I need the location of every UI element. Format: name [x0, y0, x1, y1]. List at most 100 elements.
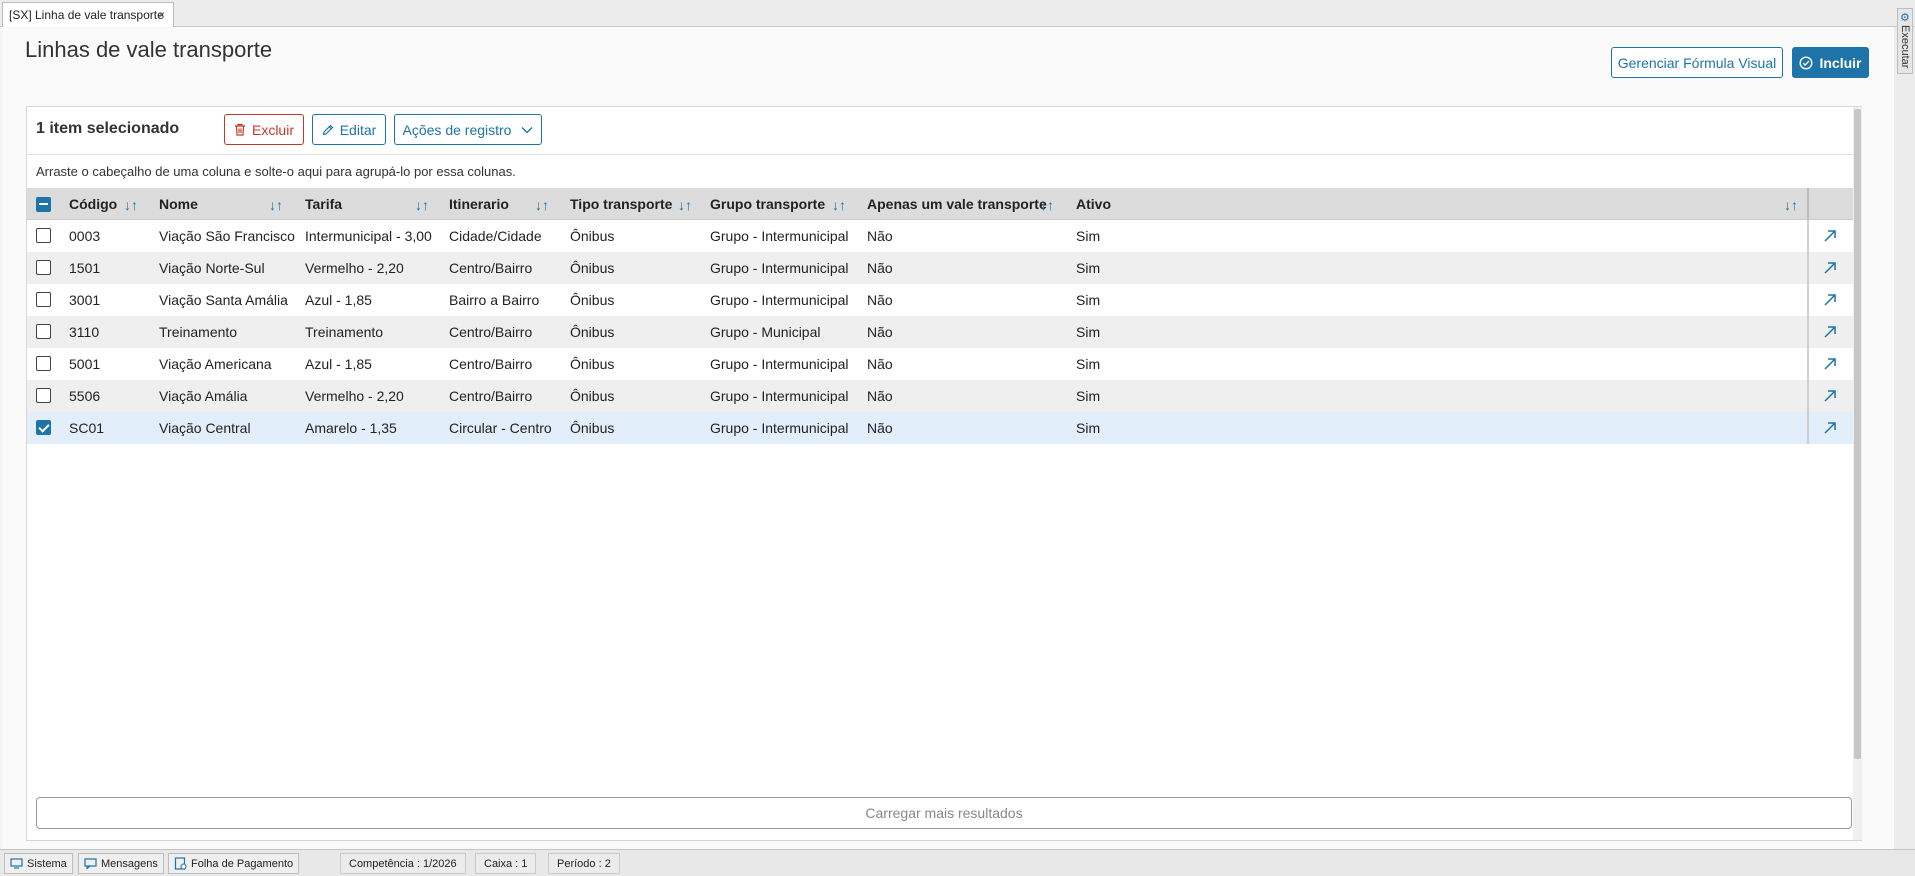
message-icon — [84, 858, 97, 869]
trash-icon — [234, 123, 245, 136]
cell-codigo: 3001 — [69, 292, 101, 308]
sort-icon[interactable]: ↓↑ — [124, 197, 138, 213]
open-record-button[interactable] — [1807, 348, 1851, 380]
status-mensagens[interactable]: Mensagens — [78, 853, 164, 874]
table-row[interactable]: SC01 Viação Central Amarelo - 1,35 Circular… — [27, 412, 1853, 444]
tab-linha-vale-transporte[interactable]: [SX] Linha de vale transporte × — [2, 2, 174, 27]
row-checkbox[interactable] — [36, 292, 51, 307]
table-row[interactable]: 5506 Viação Amália Vermelho - 2,20 Centro/B… — [27, 380, 1853, 412]
external-link-icon — [1824, 422, 1836, 434]
row-checkbox[interactable] — [36, 420, 51, 435]
cell-tipo: Ônibus — [570, 388, 615, 404]
cell-ativo: Sim — [1076, 356, 1101, 372]
sort-icon[interactable]: ↓↑ — [1040, 197, 1054, 213]
grid-scrollbar[interactable] — [1853, 107, 1862, 840]
table-row[interactable]: 3001 Viação Santa Amália Azul - 1,85 Bairro… — [27, 284, 1853, 316]
close-icon[interactable]: × — [158, 8, 165, 22]
column-header-codigo[interactable]: Código — [69, 188, 117, 220]
cell-apenas: Não — [867, 228, 893, 244]
cell-tipo: Ônibus — [570, 260, 615, 276]
row-checkbox[interactable] — [36, 260, 51, 275]
group-by-drop-zone[interactable]: Arraste o cabeçalho de uma coluna e solt… — [36, 164, 516, 179]
include-label: Incluir — [1819, 54, 1862, 71]
sort-icon[interactable]: ↓↑ — [678, 197, 692, 213]
scrollbar-thumb[interactable] — [1854, 109, 1861, 759]
status-periodo: Período : 2 — [548, 853, 620, 874]
manage-visual-formula-button[interactable]: Gerenciar Fórmula Visual — [1611, 47, 1783, 78]
cell-nome: Viação Americana — [159, 356, 272, 372]
cell-nome: Viação Norte-Sul — [159, 260, 265, 276]
column-header-ativo[interactable]: Ativo — [1076, 188, 1111, 220]
column-header-tarifa[interactable]: Tarifa — [305, 188, 342, 220]
cell-tipo: Ônibus — [570, 292, 615, 308]
cell-apenas: Não — [867, 420, 893, 436]
include-button[interactable]: Incluir — [1792, 47, 1869, 78]
column-label: Itinerario — [449, 196, 509, 212]
open-record-button[interactable] — [1807, 252, 1851, 284]
row-checkbox[interactable] — [36, 324, 51, 339]
sort-icon[interactable]: ↓↑ — [269, 197, 283, 213]
column-header-apenas-um-vale[interactable]: Apenas um vale transporte — [867, 188, 1047, 220]
cell-codigo: 0003 — [69, 228, 101, 244]
column-header-itinerario[interactable]: Itinerario — [449, 188, 509, 220]
cell-tarifa: Vermelho - 2,20 — [305, 260, 404, 276]
select-all-checkbox[interactable] — [36, 197, 51, 212]
cell-grupo: Grupo - Intermunicipal — [710, 356, 849, 372]
status-bar: Sistema Mensagens Folha de Pagamento Com… — [0, 849, 1915, 876]
sort-icon[interactable]: ↓↑ — [415, 197, 429, 213]
delete-button[interactable]: Excluir — [224, 114, 304, 145]
gear-icon: ⚙ — [1900, 12, 1910, 24]
cell-ativo: Sim — [1076, 324, 1101, 340]
column-label: Ativo — [1076, 196, 1111, 212]
open-record-button[interactable] — [1807, 220, 1851, 252]
cell-nome: Viação São Francisco — [159, 228, 295, 244]
caixa-text: Caixa : 1 — [484, 857, 528, 870]
execute-side-tab[interactable]: ⚙ Executar — [1897, 8, 1913, 74]
edit-button[interactable]: Editar — [312, 114, 386, 145]
load-more-button[interactable]: Carregar mais resultados — [36, 797, 1852, 829]
open-record-button[interactable] — [1807, 284, 1851, 316]
cell-ativo: Sim — [1076, 420, 1101, 436]
external-link-icon — [1824, 390, 1836, 402]
row-checkbox[interactable] — [36, 388, 51, 403]
cell-codigo: 5506 — [69, 388, 101, 404]
open-record-button[interactable] — [1807, 316, 1851, 348]
payroll-icon — [174, 857, 187, 870]
record-actions-dropdown[interactable]: Ações de registro — [394, 114, 542, 145]
open-record-button[interactable] — [1807, 412, 1851, 444]
table-row[interactable]: 1501 Viação Norte-Sul Vermelho - 2,20 Centr… — [27, 252, 1853, 284]
row-checkbox[interactable] — [36, 228, 51, 243]
cell-itinerario: Circular - Centro — [449, 420, 552, 436]
sort-icon[interactable]: ↓↑ — [832, 197, 846, 213]
row-checkbox[interactable] — [36, 356, 51, 371]
column-header-grupo-transporte[interactable]: Grupo transporte — [710, 188, 825, 220]
table-row[interactable]: 5001 Viação Americana Azul - 1,85 Centro/Ba… — [27, 348, 1853, 380]
column-header-nome[interactable]: Nome — [159, 188, 198, 220]
status-sistema[interactable]: Sistema — [4, 853, 73, 874]
table-row[interactable]: 0003 Viação São Francisco Intermunicipal -… — [27, 220, 1853, 252]
status-competencia: Competência : 1/2026 — [340, 853, 466, 874]
cell-tarifa: Intermunicipal - 3,00 — [305, 228, 432, 244]
cell-nome: Viação Amália — [159, 388, 248, 404]
sort-icon[interactable]: ↓↑ — [535, 197, 549, 213]
column-header-tipo-transporte[interactable]: Tipo transporte — [570, 188, 672, 220]
sort-icon[interactable]: ↓↑ — [1784, 197, 1798, 213]
status-mensagens-label: Mensagens — [101, 857, 158, 870]
cell-itinerario: Centro/Bairro — [449, 260, 533, 276]
table-row[interactable]: 3110 Treinamento Treinamento Centro/Bairro Ô… — [27, 316, 1853, 348]
cell-tarifa: Vermelho - 2,20 — [305, 388, 404, 404]
cell-itinerario: Centro/Bairro — [449, 388, 533, 404]
cell-grupo: Grupo - Municipal — [710, 324, 821, 340]
competencia-text: Competência : 1/2026 — [349, 857, 457, 870]
cell-apenas: Não — [867, 356, 893, 372]
cell-grupo: Grupo - Intermunicipal — [710, 420, 849, 436]
cell-grupo: Grupo - Intermunicipal — [710, 292, 849, 308]
open-record-button[interactable] — [1807, 380, 1851, 412]
status-folha-label: Folha de Pagamento — [191, 857, 294, 870]
page-scrollbar[interactable] — [1894, 27, 1915, 849]
chevron-down-icon — [521, 126, 533, 133]
delete-label: Excluir — [251, 121, 294, 138]
main-content: Linhas de vale transporte Gerenciar Fórm… — [2, 27, 1894, 849]
status-folha-pagamento[interactable]: Folha de Pagamento — [168, 853, 300, 874]
column-label: Código — [69, 196, 118, 212]
